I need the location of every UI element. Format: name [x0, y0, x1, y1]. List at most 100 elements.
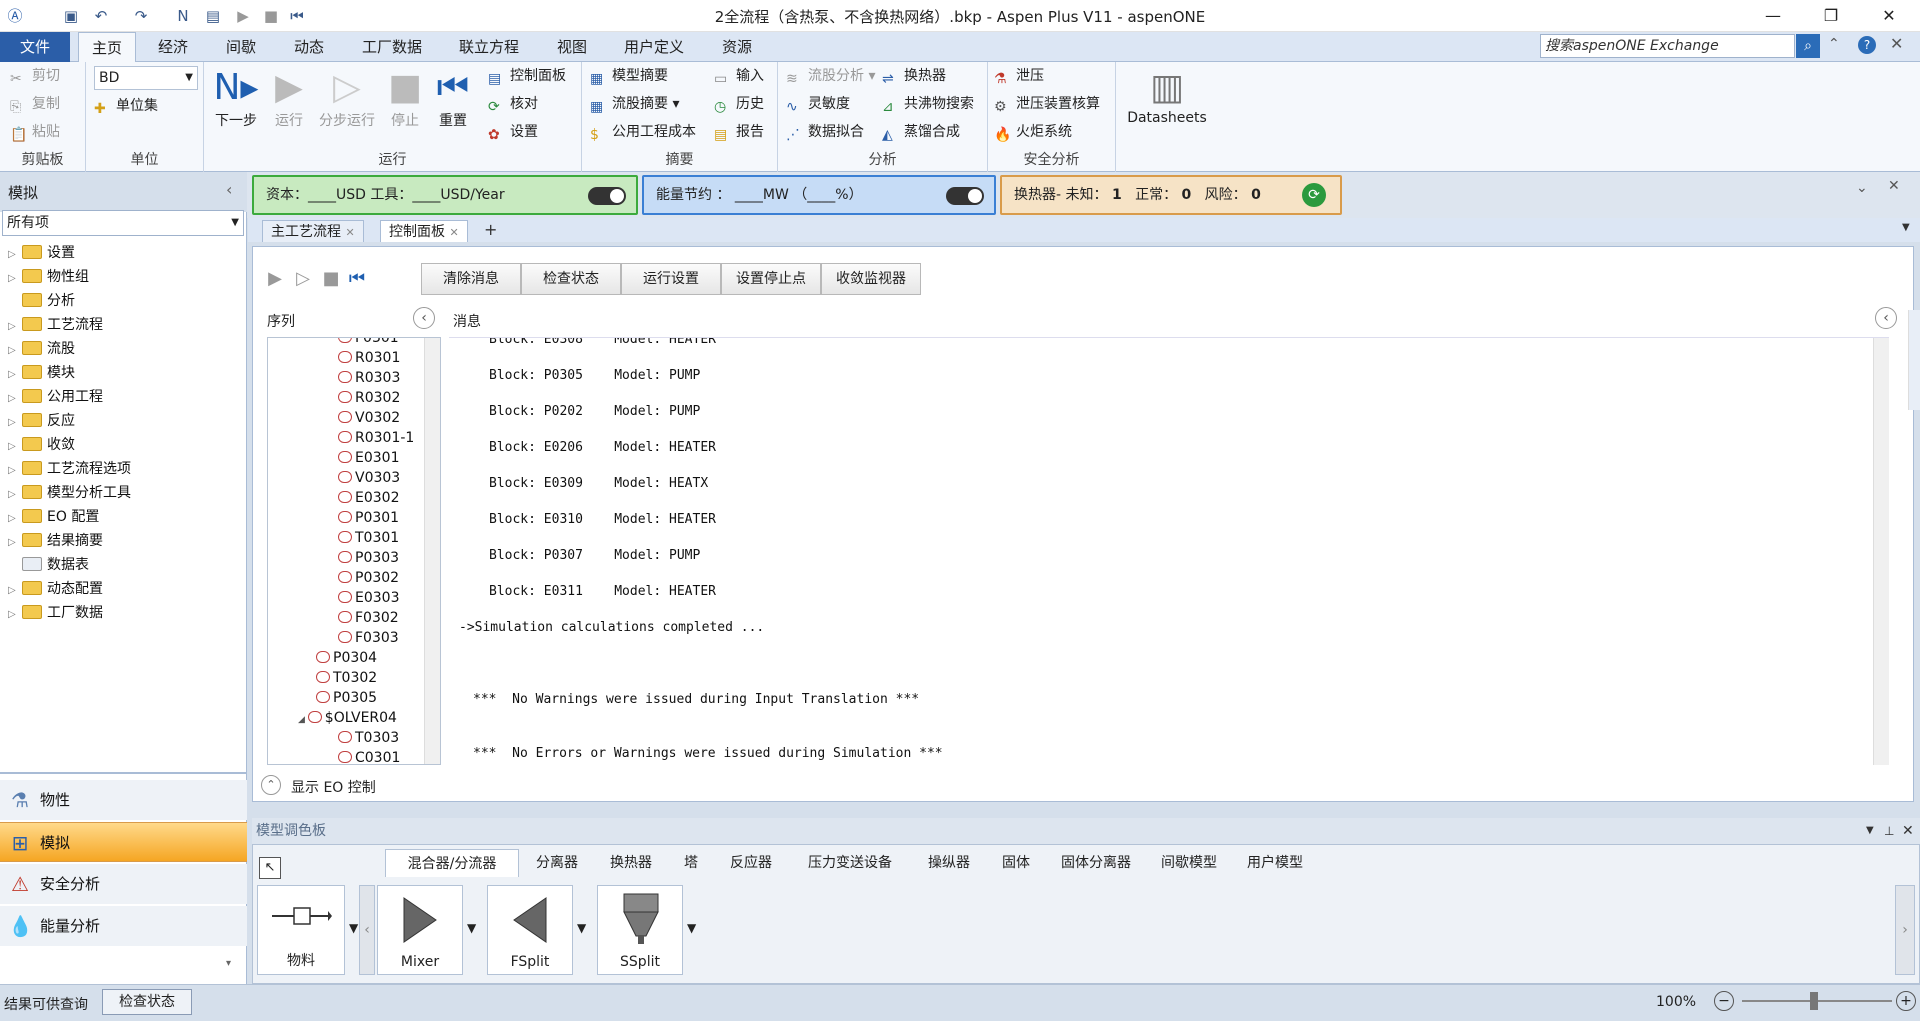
relief-button[interactable]: ⚗ 泄压	[994, 64, 1044, 88]
close-icon[interactable]: ✕	[345, 226, 354, 239]
collapse-pane-icon[interactable]: ‹	[226, 180, 232, 199]
nav-more-icon[interactable]: ▾	[226, 958, 231, 969]
unit-sets-button[interactable]: ✚ 单位集	[94, 94, 158, 118]
palette-tab-solids-separators[interactable]: 固体分离器	[1051, 849, 1141, 877]
palette-tab-reactors[interactable]: 反应器	[719, 849, 783, 877]
sequence-item[interactable]: R0301	[268, 348, 418, 368]
control-panel-button[interactable]: ▤ 控制面板	[488, 64, 566, 88]
sequence-item[interactable]: V0302	[268, 408, 418, 428]
pointer-icon[interactable]: ↖	[259, 857, 281, 879]
model-summary-button[interactable]: ▦ 模型摘要	[590, 64, 668, 88]
tree-item-streams[interactable]: ▷ 流股	[8, 337, 75, 361]
nav-filter-select[interactable]: 所有项 ▼	[2, 210, 244, 236]
restore-button[interactable]: ❐	[1802, 0, 1860, 32]
tree-item-setup[interactable]: ▷ 设置	[8, 241, 75, 265]
new-tab-icon[interactable]: +	[484, 220, 497, 239]
sequence-scrollbar[interactable]	[424, 338, 440, 764]
tab-equation-oriented[interactable]: 联立方程	[448, 32, 530, 62]
step-icon[interactable]: ▷	[291, 267, 315, 291]
nav-safety-analysis[interactable]: ⚠ 安全分析	[0, 864, 247, 904]
tree-item-flowsheet-options[interactable]: ▷ 工艺流程选项	[8, 457, 131, 481]
tree-item-model-analysis-tools[interactable]: ▷ 模型分析工具	[8, 481, 131, 505]
tree-item-property-sets[interactable]: ▷ 物性组	[8, 265, 89, 289]
reset-button[interactable]: ⏮ 重置	[430, 66, 476, 130]
economics-toggle[interactable]	[588, 187, 626, 205]
palette-tab-user-models[interactable]: 用户模型	[1237, 849, 1313, 877]
convergence-monitor-button[interactable]: 收敛监视器	[821, 263, 921, 295]
chevron-down-icon[interactable]: ▼	[687, 921, 696, 935]
zoom-slider-thumb[interactable]	[1810, 992, 1818, 1010]
palette-tab-solids[interactable]: 固体	[991, 849, 1041, 877]
zoom-in-icon[interactable]: +	[1896, 991, 1916, 1011]
check-status-button[interactable]: 检查状态	[102, 989, 192, 1015]
palette-scroll-left-icon[interactable]: ‹	[359, 885, 375, 975]
utility-cost-button[interactable]: $ 公用工程成本	[590, 120, 696, 144]
expand-eo-icon[interactable]: ⌃	[261, 775, 281, 795]
tab-control-panel[interactable]: 控制面板 ✕	[380, 220, 468, 242]
economics-banner[interactable]: 资本：____USD 工具：____USD/Year	[252, 175, 638, 215]
run-settings-button[interactable]: ✿ 设置	[488, 120, 538, 144]
energy-banner[interactable]: 能量节约 ： ____MW （____%）	[642, 175, 996, 215]
set-stop-points-button[interactable]: 设置停止点	[721, 263, 821, 295]
tab-batch[interactable]: 间歇	[210, 32, 272, 62]
sequence-collapse-icon[interactable]: ‹	[413, 307, 435, 329]
tree-item-blocks[interactable]: ▷ 模块	[8, 361, 75, 385]
sequence-item[interactable]: F0302	[268, 608, 418, 628]
tab-resources[interactable]: 资源	[710, 32, 764, 62]
tab-view[interactable]: 视图	[546, 32, 598, 62]
chevron-down-icon[interactable]: ▼	[577, 921, 586, 935]
sensitivity-button[interactable]: ∿ 灵敏度	[786, 92, 850, 116]
page-scrollbar[interactable]	[1908, 310, 1920, 410]
palette-item-fsplit[interactable]: FSplit	[487, 885, 573, 975]
sequence-item[interactable]: T0301	[268, 528, 418, 548]
tree-item-analysis[interactable]: 分析	[8, 289, 75, 313]
clear-messages-button[interactable]: 清除消息	[421, 263, 521, 295]
search-input[interactable]: 搜索aspenONE Exchange	[1540, 34, 1795, 58]
palette-item-mixer[interactable]: Mixer	[377, 885, 463, 975]
palette-tab-pressure-changers[interactable]: 压力变送设备	[793, 849, 907, 877]
sequence-item[interactable]: R0301-1	[268, 428, 418, 448]
run-icon[interactable]: ▶	[263, 267, 287, 291]
sequence-item[interactable]: P0301	[268, 508, 418, 528]
tab-plant-data[interactable]: 工厂数据	[352, 32, 432, 62]
tab-customize[interactable]: 用户定义	[614, 32, 694, 62]
stream-analysis-button[interactable]: ≋ 流股分析 ▾	[786, 64, 875, 88]
data-fit-button[interactable]: ⋰ 数据拟合	[786, 120, 864, 144]
tab-list-icon[interactable]: ▼	[1902, 222, 1910, 233]
chevron-down-icon[interactable]: ▼	[349, 921, 358, 935]
cut-button[interactable]: ✂ 剪切	[10, 64, 60, 88]
run-settings-button[interactable]: 运行设置	[621, 263, 721, 295]
input-button[interactable]: ▭ 输入	[714, 64, 764, 88]
tab-main-flowsheet[interactable]: 主工艺流程 ✕	[262, 220, 364, 242]
message-scrollbar[interactable]	[1873, 338, 1889, 765]
tree-item-utilities[interactable]: ▷ 公用工程	[8, 385, 103, 409]
sequence-item[interactable]: P0305	[268, 688, 418, 708]
sequence-item[interactable]: C0301	[268, 748, 418, 764]
palette-menu-icon[interactable]: ▼	[1866, 818, 1874, 844]
sequence-item[interactable]: V0303	[268, 468, 418, 488]
expand-triangle-icon[interactable]: ◢	[298, 715, 308, 725]
distillation-synthesis-button[interactable]: ◭ 蒸馏合成	[882, 120, 960, 144]
chevron-down-icon[interactable]: ▼	[467, 921, 476, 935]
reconcile-button[interactable]: ⟳ 核对	[488, 92, 538, 116]
sequence-item[interactable]: T0303	[268, 728, 418, 748]
banner-collapse-icon[interactable]: ⌄	[1856, 180, 1868, 196]
sequence-item[interactable]: ◢ $OLVER04	[268, 708, 418, 728]
nav-simulation[interactable]: ⊞ 模拟	[0, 822, 247, 862]
palette-tab-manipulators[interactable]: 操纵器	[917, 849, 981, 877]
palette-tab-batch-models[interactable]: 间歇模型	[1151, 849, 1227, 877]
exchanger-banner[interactable]: 换热器- 未知： 1 正常： 0 风险： 0 ⟳	[1000, 175, 1342, 215]
nav-properties[interactable]: ⚗ 物性	[0, 780, 247, 820]
sequence-tree[interactable]: F0301 R0301 R0303 R0302 V0302 R0301-1 E0301 V03…	[267, 337, 441, 765]
tree-item-flowsheet[interactable]: ▷ 工艺流程	[8, 313, 103, 337]
step-run-button[interactable]: ▷ 分步运行	[314, 66, 380, 130]
help-icon[interactable]: ?	[1858, 36, 1876, 54]
copy-button[interactable]: ⎘ 复制	[10, 92, 60, 116]
paste-button[interactable]: 📋 粘贴	[10, 120, 60, 144]
tree-item-eo-config[interactable]: ▷ EO 配置	[8, 505, 99, 529]
history-button[interactable]: ◷ 历史	[714, 92, 764, 116]
run-button[interactable]: ▶ 运行	[266, 66, 312, 130]
search-icon[interactable]: ⌕	[1796, 34, 1820, 58]
zoom-out-icon[interactable]: −	[1714, 991, 1734, 1011]
check-status-button[interactable]: 检查状态	[521, 263, 621, 295]
